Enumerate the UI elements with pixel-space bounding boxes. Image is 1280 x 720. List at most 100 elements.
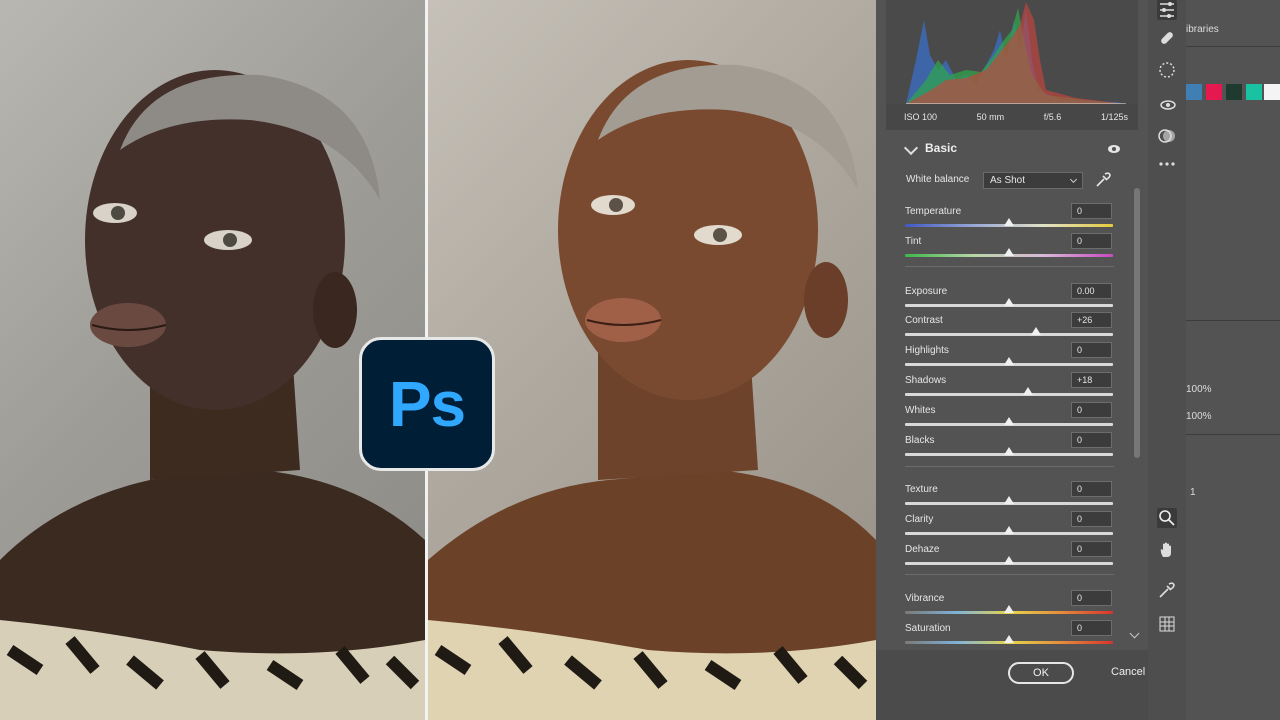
fill-value[interactable]: 100% [1186, 411, 1212, 422]
slider-label: Temperature [905, 206, 962, 217]
slider-label: Exposure [905, 286, 948, 297]
slider-label: Saturation [905, 623, 951, 634]
photoshop-side-panel: ibraries 100% 100% 1 [1186, 0, 1280, 720]
slider-thumb[interactable] [1004, 496, 1014, 504]
iso-value: ISO 100 [904, 112, 938, 122]
grid-icon[interactable] [1157, 614, 1177, 634]
eyedropper-tool-icon[interactable] [1157, 580, 1177, 600]
slider-label: Blacks [905, 435, 935, 446]
slider-value-input[interactable]: 0 [1071, 432, 1112, 448]
layer-number: 1 [1190, 487, 1196, 498]
healing-brush-icon[interactable] [1157, 28, 1177, 48]
slider-label: Texture [905, 484, 938, 495]
slider-label: Dehaze [905, 544, 940, 555]
basic-section-header[interactable]: Basic [898, 140, 1138, 160]
slider-whites[interactable]: Whites 0 [905, 402, 1115, 435]
zoom-icon[interactable] [1157, 508, 1177, 528]
chevron-down-icon [1069, 175, 1078, 184]
slider-thumb[interactable] [1031, 327, 1042, 335]
slider-vibrance[interactable]: Vibrance 0 [905, 590, 1115, 623]
panel-divider [1186, 320, 1280, 321]
red-eye-icon[interactable] [1157, 94, 1177, 114]
basic-section-title: Basic [925, 141, 958, 155]
histogram [886, 0, 1138, 105]
slider-clarity[interactable]: Clarity 0 [905, 511, 1115, 544]
swatch-red[interactable] [1206, 84, 1222, 100]
hand-icon[interactable] [1157, 540, 1177, 560]
cancel-button[interactable]: Cancel [1111, 666, 1145, 678]
slider-track[interactable] [905, 333, 1113, 336]
camera-raw-panel: ISO 100 50 mm f/5.6 1/125s Basic White b… [876, 0, 1148, 720]
slider-value-input[interactable]: 0 [1071, 590, 1112, 606]
histogram-graph [906, 2, 1126, 105]
slider-thumb[interactable] [1004, 357, 1014, 365]
slider-tint[interactable]: Tint 0 [905, 233, 1115, 266]
slider-value-input[interactable]: 0 [1071, 342, 1112, 358]
slider-thumb[interactable] [1004, 218, 1014, 226]
slider-label: Contrast [905, 315, 943, 326]
slider-thumb[interactable] [1004, 417, 1014, 425]
slider-value-input[interactable]: 0 [1071, 541, 1112, 557]
slider-track[interactable] [905, 393, 1113, 396]
opacity-value[interactable]: 100% [1186, 384, 1212, 395]
slider-value-input[interactable]: 0 [1071, 620, 1112, 636]
shutter-speed: 1/125s [1100, 112, 1128, 122]
ok-button[interactable]: OK [1008, 662, 1074, 684]
slider-thumb[interactable] [1004, 635, 1014, 643]
chevron-down-icon [903, 140, 919, 156]
slider-label: Vibrance [905, 593, 945, 604]
slider-blacks[interactable]: Blacks 0 [905, 432, 1115, 465]
more-icon[interactable] [1157, 154, 1177, 174]
slider-value-input[interactable]: 0 [1071, 511, 1112, 527]
slider-label: Highlights [905, 345, 949, 356]
slider-thumb[interactable] [1004, 447, 1014, 455]
panel-divider [1186, 434, 1280, 435]
scroll-down-icon[interactable] [1129, 628, 1140, 639]
slider-dehaze[interactable]: Dehaze 0 [905, 541, 1115, 574]
presets-icon[interactable] [1157, 126, 1177, 146]
edit-sliders-icon[interactable] [1157, 0, 1177, 20]
camera-raw-toolbar [1148, 0, 1186, 720]
slider-thumb[interactable] [1004, 298, 1014, 306]
masking-icon[interactable] [1157, 60, 1177, 80]
slider-value-input[interactable]: 0 [1071, 481, 1112, 497]
swatch-blue[interactable] [1186, 84, 1202, 100]
slider-label: Clarity [905, 514, 934, 525]
after-photo [428, 0, 876, 720]
panel-divider [1186, 46, 1280, 47]
slider-thumb[interactable] [1004, 556, 1014, 564]
white-balance-value: As Shot [990, 175, 1026, 186]
slider-thumb[interactable] [1004, 526, 1014, 534]
slider-shadows[interactable]: Shadows +18 [905, 372, 1115, 405]
swatch-dark-green[interactable] [1226, 84, 1242, 100]
photoshop-logo-text: Ps [388, 368, 466, 440]
slider-thumb[interactable] [1022, 387, 1033, 395]
slider-temperature[interactable]: Temperature 0 [905, 203, 1115, 236]
swatch-teal[interactable] [1246, 84, 1262, 100]
swatch-white[interactable] [1264, 84, 1280, 100]
libraries-tab[interactable]: ibraries [1186, 24, 1219, 35]
slider-value-input[interactable]: 0 [1071, 203, 1112, 219]
slider-value-input[interactable]: +26 [1071, 312, 1112, 328]
aperture: f/5.6 [1043, 112, 1062, 122]
slider-value-input[interactable]: 0 [1071, 402, 1112, 418]
focal-length: 50 mm [976, 112, 1005, 122]
section-separator [905, 574, 1114, 575]
slider-value-input[interactable]: 0 [1071, 233, 1112, 249]
slider-thumb[interactable] [1004, 248, 1014, 256]
eyedropper-icon[interactable] [1094, 171, 1112, 189]
slider-saturation[interactable]: Saturation 0 [905, 620, 1115, 653]
panel-scrollbar[interactable] [1134, 188, 1140, 458]
slider-value-input[interactable]: +18 [1071, 372, 1112, 388]
slider-thumb[interactable] [1004, 605, 1014, 613]
after-portrait [428, 60, 876, 720]
slider-label: Shadows [905, 375, 947, 386]
dialog-footer: OK Cancel [876, 650, 1148, 720]
slider-highlights[interactable]: Highlights 0 [905, 342, 1115, 375]
white-balance-select[interactable]: As Shot [983, 172, 1083, 189]
eye-icon[interactable] [1108, 145, 1120, 153]
slider-contrast[interactable]: Contrast +26 [905, 312, 1115, 345]
slider-value-input[interactable]: 0.00 [1071, 283, 1112, 299]
camera-metadata: ISO 100 50 mm f/5.6 1/125s [886, 104, 1138, 130]
slider-texture[interactable]: Texture 0 [905, 481, 1115, 514]
